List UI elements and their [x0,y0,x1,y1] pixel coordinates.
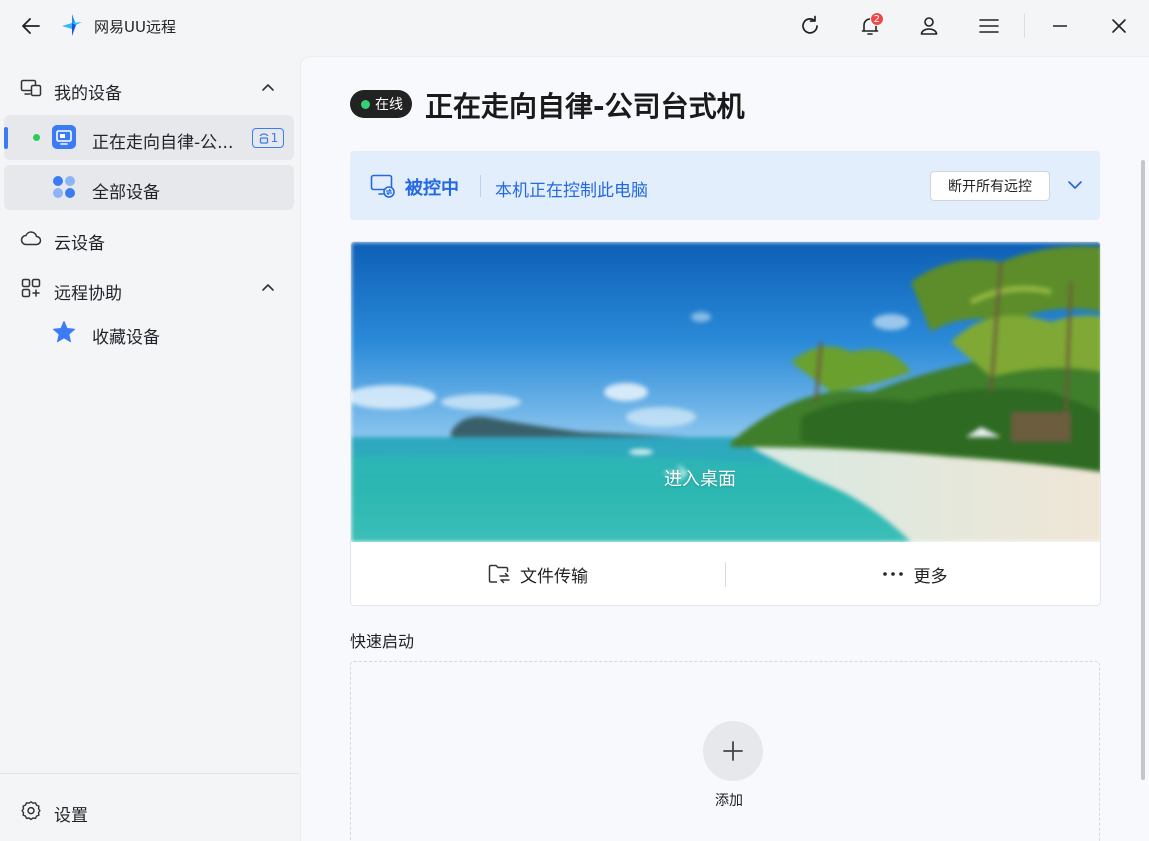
notification-badge: 2 [869,12,884,26]
online-dot [33,134,40,141]
connection-count-tag: 1 [252,128,284,148]
sidebar-item-label: 正在走向自律-公... [92,133,234,153]
add-quick-launch-button[interactable] [703,721,763,781]
status-badge: 在线 [350,90,412,118]
quick-launch-area: 添加 [350,661,1100,841]
devices-icon [20,78,42,98]
settings-label: 设置 [54,806,88,826]
enter-desktop-button[interactable]: 进入桌面 [664,465,736,491]
banner-divider [480,175,481,197]
chevron-up-icon[interactable] [260,80,276,96]
user-icon[interactable] [915,12,943,40]
main-scrollbar[interactable] [1141,160,1145,780]
title-bar: 网易UU远程 2 [0,0,1149,52]
quick-launch-title: 快速启动 [350,632,415,651]
gear-icon [20,800,42,822]
sidebar: 我的设备 正在走向自律-公... 1 全部设备 云设备 远程协助 收藏设备 设置 [0,52,299,841]
more-button[interactable]: 更多 [727,542,1100,605]
app-title: 网易UU远程 [94,18,176,36]
sidebar-item-all-devices[interactable]: 全部设备 [4,165,294,210]
sidebar-group-my-devices[interactable]: 我的设备 [0,66,299,110]
computer-icon [52,125,76,149]
file-transfer-label: 文件传输 [520,566,588,587]
sidebar-settings[interactable]: 设置 [0,790,299,832]
sidebar-item-label: 收藏设备 [92,328,160,348]
menu-icon[interactable] [975,12,1003,40]
close-icon[interactable] [1105,12,1133,40]
more-dots-icon [882,572,903,576]
sidebar-group-label: 远程协助 [54,284,122,304]
sidebar-group-remote-assist[interactable]: 远程协助 [0,266,299,310]
desktop-preview[interactable]: 进入桌面 [351,242,1100,542]
minimize-icon[interactable] [1046,12,1074,40]
star-icon [52,320,76,344]
active-indicator [4,127,8,149]
sidebar-item-current-device[interactable]: 正在走向自律-公... 1 [4,115,294,160]
sidebar-item-label: 全部设备 [92,183,160,203]
sidebar-item-favorites[interactable]: 收藏设备 [4,310,294,355]
app-logo-icon [60,13,84,37]
plus-icon [723,741,743,761]
chevron-down-icon[interactable] [1065,175,1085,195]
cloud-icon [20,228,42,248]
controlled-description: 本机正在控制此电脑 [495,181,648,201]
remote-control-icon [370,173,396,199]
connection-count: 1 [270,131,279,145]
refresh-icon[interactable] [796,12,824,40]
add-label: 添加 [715,793,743,809]
disconnect-all-button[interactable]: 断开所有远控 [930,171,1050,201]
grid-dots-icon [52,175,76,199]
sidebar-group-label: 云设备 [54,234,105,254]
online-dot [361,99,370,109]
more-label: 更多 [913,566,948,587]
notification-bell-icon[interactable]: 2 [856,12,884,40]
device-card: 进入桌面 文件传输 更多 [350,241,1101,606]
back-arrow-icon[interactable] [18,14,44,38]
arrow-right-icon [664,465,687,481]
folder-transfer-icon [488,564,510,584]
device-actions: 文件传输 更多 [351,542,1100,605]
controlled-banner: 被控中 本机正在控制此电脑 断开所有远控 [350,151,1100,220]
controlled-title: 被控中 [405,178,459,199]
main-panel: 在线 正在走向自律-公司台式机 被控中 本机正在控制此电脑 断开所有远控 进入桌… [300,56,1149,841]
titlebar-divider [1024,14,1025,38]
desktop-wallpaper-image [351,242,1100,542]
actions-divider [725,562,726,587]
sidebar-group-label: 我的设备 [54,84,122,104]
remote-assist-icon [20,278,42,298]
page-title: 正在走向自律-公司台式机 [425,90,745,123]
connection-icon [259,133,269,144]
file-transfer-button[interactable]: 文件传输 [351,542,725,605]
sidebar-group-cloud-devices[interactable]: 云设备 [0,216,299,260]
chevron-up-icon[interactable] [260,280,276,296]
sidebar-divider [0,773,299,774]
status-text: 在线 [375,97,403,113]
